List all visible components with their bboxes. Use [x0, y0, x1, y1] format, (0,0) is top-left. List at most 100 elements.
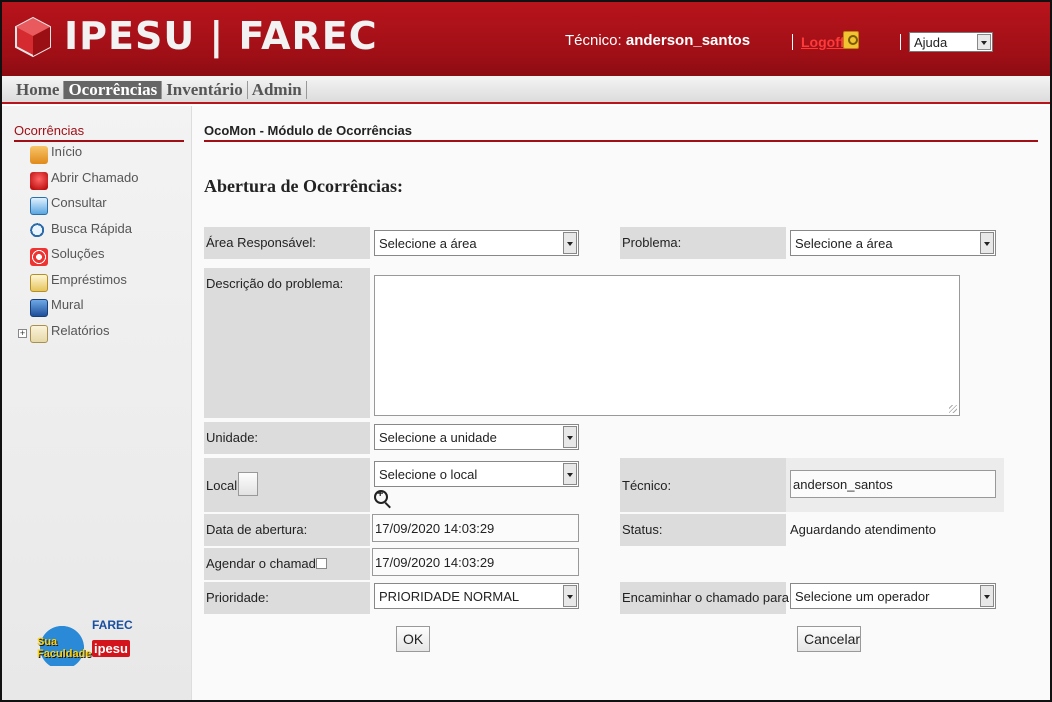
- lifebuoy-icon: [30, 171, 48, 190]
- local-select[interactable]: Selecione o local: [374, 461, 579, 487]
- area-select-value: Selecione a área: [379, 236, 477, 251]
- encaminhar-select[interactable]: Selecione um operador: [790, 583, 996, 609]
- document-icon: [30, 273, 48, 292]
- header-bar: IPESU | FAREC Técnico: anderson_santos L…: [2, 2, 1050, 76]
- sidebar-item-label: Relatórios: [51, 322, 110, 338]
- agendar-input[interactable]: 17/09/2020 14:03:29: [372, 548, 579, 576]
- prioridade-label: Prioridade:: [204, 582, 370, 614]
- current-technician: Técnico: anderson_santos: [565, 32, 750, 49]
- title-divider: [204, 140, 1038, 142]
- logo-cube-icon: [15, 16, 51, 58]
- sidebar-item-busca-rapida[interactable]: Busca Rápida: [30, 221, 138, 247]
- technician-username: anderson_santos: [625, 32, 751, 49]
- sidebar-item-label: Consultar: [51, 195, 107, 210]
- sidebar-item-inicio[interactable]: Início: [30, 144, 138, 170]
- logoff-link[interactable]: Logoff: [801, 34, 845, 50]
- nav-ocorrencias[interactable]: Ocorrências: [64, 81, 163, 99]
- tecnico-input[interactable]: anderson_santos: [790, 470, 996, 498]
- sidebar-item-abrir-chamado[interactable]: Abrir Chamado: [30, 170, 138, 196]
- agendar-label: Agendar o chamado:: [206, 556, 327, 571]
- problema-select-value: Selecione a área: [795, 236, 893, 251]
- sidebar-item-label: Busca Rápida: [51, 220, 132, 236]
- encaminhar-select-value: Selecione um operador: [795, 589, 930, 604]
- sidebar-item-consultar[interactable]: Consultar: [30, 195, 138, 221]
- local-picker-button[interactable]: [238, 472, 258, 496]
- page-title: OcoMon - Módulo de Ocorrências: [204, 123, 413, 138]
- nav-inventario[interactable]: Inventário: [162, 81, 248, 99]
- chevron-down-icon[interactable]: [980, 232, 994, 254]
- expand-plus-icon[interactable]: +: [18, 328, 27, 338]
- encaminhar-label: Encaminhar o chamado para:: [620, 582, 793, 614]
- sidebar: Ocorrências Início Abrir Chamado Consult…: [2, 106, 192, 700]
- sidebar-item-relatorios[interactable]: + Relatórios: [18, 322, 138, 349]
- prioridade-select-value: PRIORIDADE NORMAL: [379, 589, 520, 604]
- farec-ipesu-logo: FAREC ipesu: [92, 618, 134, 666]
- sidebar-item-solucoes[interactable]: Soluções: [30, 246, 138, 272]
- ok-button[interactable]: OK: [396, 626, 430, 652]
- area-label: Área Responsável:: [204, 227, 370, 259]
- unidade-select-value: Selecione a unidade: [379, 430, 497, 445]
- sidebar-menu: Início Abrir Chamado Consultar Busca Ráp…: [18, 144, 138, 349]
- status-label: Status:: [620, 514, 786, 546]
- home-icon: [30, 146, 48, 164]
- chevron-down-icon[interactable]: [563, 585, 577, 607]
- sua-faculdade-logo-text: Sua Faculdade: [37, 636, 92, 660]
- window-icon: [30, 197, 48, 215]
- unidade-label: Unidade:: [204, 422, 370, 454]
- sidebar-title: Ocorrências: [14, 123, 85, 138]
- header-separator: [900, 34, 901, 50]
- ipesu-logo-text: ipesu: [92, 640, 130, 657]
- resize-grip-icon[interactable]: [949, 405, 957, 413]
- form-heading: Abertura de Ocorrências:: [204, 176, 403, 196]
- board-icon: [30, 299, 48, 317]
- data-abertura-input[interactable]: 17/09/2020 14:03:29: [372, 514, 579, 542]
- chevron-down-icon[interactable]: [980, 585, 994, 607]
- area-select[interactable]: Selecione a área: [374, 230, 579, 256]
- local-label-cell: Local:: [204, 458, 370, 512]
- zoom-in-icon[interactable]: [374, 488, 388, 504]
- help-select[interactable]: Ajuda: [909, 32, 993, 52]
- unidade-select[interactable]: Selecione a unidade: [374, 424, 579, 450]
- technician-prefix: Técnico:: [565, 32, 626, 49]
- sidebar-item-mural[interactable]: Mural: [30, 297, 138, 323]
- problema-select[interactable]: Selecione a área: [790, 230, 996, 256]
- data-abertura-label: Data de abertura:: [204, 514, 370, 546]
- chevron-down-icon[interactable]: [563, 426, 577, 448]
- chevron-down-icon[interactable]: [563, 232, 577, 254]
- header-separator: [792, 34, 793, 50]
- sidebar-item-label: Mural: [51, 297, 84, 312]
- chevron-down-icon[interactable]: [563, 463, 577, 485]
- tecnico-label-cell: Técnico:: [620, 458, 786, 512]
- local-select-value: Selecione o local: [379, 467, 478, 482]
- descricao-label: Descrição do problema:: [204, 268, 370, 418]
- folder-icon: [30, 324, 48, 343]
- sponsor-logos: Sua Faculdade FAREC ipesu: [34, 618, 134, 668]
- nav-home[interactable]: Home: [12, 81, 65, 99]
- sidebar-divider: [14, 140, 184, 142]
- tecnico-label: Técnico:: [622, 478, 672, 493]
- chevron-down-icon[interactable]: [977, 34, 991, 50]
- local-label: Local:: [206, 478, 241, 493]
- app-window: IPESU | FAREC Técnico: anderson_santos L…: [0, 0, 1052, 702]
- brand-logo-text: IPESU | FAREC: [64, 14, 378, 58]
- problema-label: Problema:: [620, 227, 786, 259]
- cancel-button[interactable]: Cancelar: [797, 626, 861, 652]
- sidebar-item-label: Início: [51, 144, 83, 159]
- main-content: OcoMon - Módulo de Ocorrências Abertura …: [192, 106, 1050, 700]
- sidebar-item-label: Soluções: [51, 246, 105, 261]
- status-value: Aguardando atendimento: [790, 522, 937, 537]
- descricao-textarea[interactable]: [374, 275, 960, 416]
- target-icon: [30, 248, 48, 266]
- top-nav: Home Ocorrências Inventário Admin: [2, 76, 1050, 104]
- prioridade-select[interactable]: PRIORIDADE NORMAL: [374, 583, 579, 609]
- sidebar-item-label: Empréstimos: [51, 271, 127, 287]
- key-icon[interactable]: [843, 31, 859, 49]
- farec-logo-text: FAREC: [92, 618, 133, 632]
- sidebar-item-label: Abrir Chamado: [51, 169, 139, 185]
- magnifier-icon: [30, 222, 48, 241]
- agendar-checkbox[interactable]: [316, 558, 327, 569]
- help-select-value: Ajuda: [914, 35, 948, 50]
- agendar-label-cell: Agendar o chamado:: [204, 548, 370, 580]
- sidebar-item-emprestimos[interactable]: Empréstimos: [30, 272, 138, 298]
- nav-admin[interactable]: Admin: [248, 81, 307, 99]
